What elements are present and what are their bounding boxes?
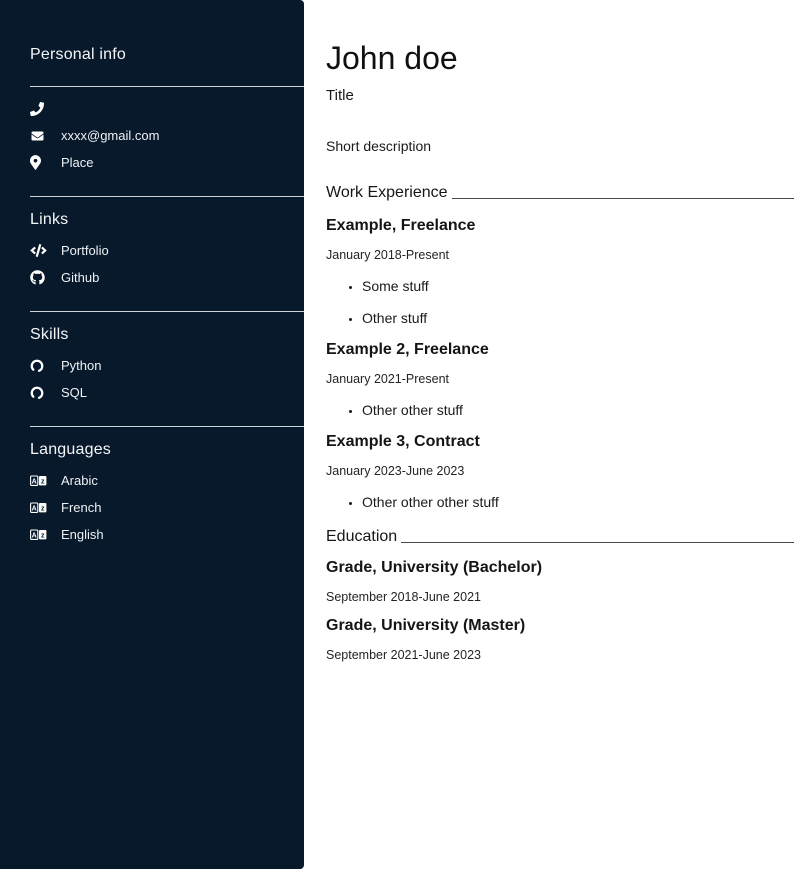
link-portfolio[interactable]: Portfolio (30, 237, 304, 264)
person-title: Title (326, 87, 794, 104)
bullet-item: Other other other stuff (362, 494, 794, 510)
entry-role: Example 2, Freelance (326, 341, 794, 359)
language-english: Az English (30, 521, 304, 548)
svg-text:A: A (32, 505, 37, 512)
svg-text:A: A (32, 532, 37, 539)
language-french-label: French (61, 500, 101, 515)
svg-text:A: A (32, 478, 37, 485)
skills-title: Skills (30, 326, 304, 344)
personal-info-rows: xxxx@gmail.com Place (30, 95, 304, 176)
entry-bullets: Other other stuff (326, 402, 794, 418)
skill-python-label: Python (61, 358, 101, 373)
language-english-label: English (61, 527, 104, 542)
skill-python: Python (30, 352, 304, 379)
divider (30, 311, 304, 312)
work-experience-heading: Work Experience (326, 184, 794, 202)
work-entry: Example 3, Contract January 2023-June 20… (326, 433, 794, 510)
language-icon: Az (30, 527, 48, 543)
heading-rule (401, 542, 794, 544)
language-arabic-label: Arabic (61, 473, 98, 488)
entry-dates: September 2018-June 2021 (326, 590, 794, 604)
location-label: Place (61, 155, 94, 170)
sidebar: Personal info xxxx@gmail.com Place (0, 0, 304, 869)
code-icon (30, 243, 48, 259)
heading-rule (452, 198, 794, 200)
work-entry: Example 2, Freelance January 2021-Presen… (326, 341, 794, 418)
entry-bullets: Some stuff Other stuff (326, 278, 794, 326)
circle-notch-icon (30, 358, 48, 374)
phone-row (30, 95, 304, 122)
languages-title: Languages (30, 441, 304, 459)
bullet-item: Other stuff (362, 310, 794, 326)
language-icon: Az (30, 473, 48, 489)
entry-role: Example, Freelance (326, 217, 794, 235)
education-entry: Grade, University (Bachelor) September 2… (326, 559, 794, 604)
divider (30, 86, 304, 87)
svg-text:z: z (41, 478, 45, 485)
svg-text:z: z (41, 532, 45, 539)
bullet-item: Some stuff (362, 278, 794, 294)
entry-degree: Grade, University (Master) (326, 617, 794, 635)
skills-section: Skills Python SQL (30, 326, 304, 406)
link-github[interactable]: Github (30, 264, 304, 291)
envelope-icon (30, 128, 48, 144)
main-content: John doe Title Short description Work Ex… (304, 0, 794, 869)
entry-bullets: Other other other stuff (326, 494, 794, 510)
resume-page: Personal info xxxx@gmail.com Place (0, 0, 794, 869)
language-arabic: Az Arabic (30, 467, 304, 494)
language-french: Az French (30, 494, 304, 521)
divider (30, 426, 304, 427)
circle-notch-icon (30, 385, 48, 401)
language-icon: Az (30, 500, 48, 516)
location-row: Place (30, 149, 304, 176)
work-experience-label: Work Experience (326, 184, 448, 202)
languages-section: Languages Az Arabic Az French Az (30, 441, 304, 548)
divider (30, 196, 304, 197)
education-label: Education (326, 528, 397, 546)
entry-dates: January 2021-Present (326, 372, 794, 386)
skill-sql-label: SQL (61, 385, 87, 400)
link-portfolio-label: Portfolio (61, 243, 109, 258)
entry-dates: September 2021-June 2023 (326, 648, 794, 662)
phone-icon (30, 101, 48, 117)
bullet-item: Other other stuff (362, 402, 794, 418)
entry-dates: January 2018-Present (326, 248, 794, 262)
short-description: Short description (326, 138, 794, 154)
email-label: xxxx@gmail.com (61, 128, 159, 143)
education-entry: Grade, University (Master) September 202… (326, 617, 794, 662)
education-heading: Education (326, 528, 794, 546)
links-section: Links Portfolio Github (30, 211, 304, 291)
link-github-label: Github (61, 270, 99, 285)
person-name: John doe (326, 40, 794, 77)
email-row[interactable]: xxxx@gmail.com (30, 122, 304, 149)
links-title: Links (30, 211, 304, 229)
svg-text:z: z (41, 505, 45, 512)
entry-degree: Grade, University (Bachelor) (326, 559, 794, 577)
map-marker-icon (30, 155, 48, 171)
work-entry: Example, Freelance January 2018-Present … (326, 217, 794, 326)
github-icon (30, 270, 48, 286)
personal-info-title: Personal info (30, 46, 304, 64)
entry-dates: January 2023-June 2023 (326, 464, 794, 478)
entry-role: Example 3, Contract (326, 433, 794, 451)
skill-sql: SQL (30, 379, 304, 406)
